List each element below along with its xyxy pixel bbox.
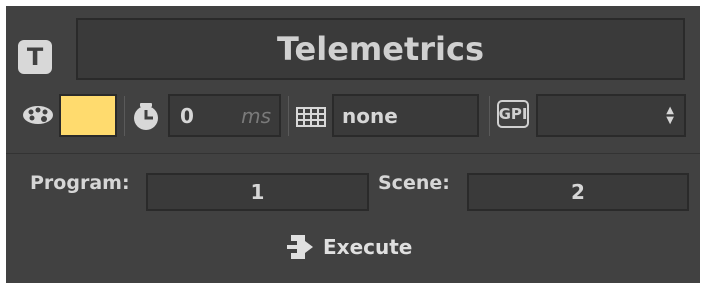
execute-button[interactable]: Execute xyxy=(285,230,412,264)
program-input[interactable]: 1 xyxy=(146,173,369,211)
keyboard-shortcut-value: none xyxy=(342,103,398,128)
scene-input[interactable]: 2 xyxy=(467,173,689,211)
color-swatch[interactable] xyxy=(59,94,117,137)
title-field[interactable]: Telemetrics xyxy=(76,18,685,80)
clock-icon xyxy=(134,103,158,130)
separator xyxy=(288,96,289,136)
gpi-select[interactable]: ▲ ▼ xyxy=(536,94,686,137)
title-t-icon: T xyxy=(18,40,52,74)
delay-value: 0 xyxy=(180,103,194,128)
gpi-icon: GPI xyxy=(497,100,529,128)
separator xyxy=(489,96,490,136)
delay-unit: ms xyxy=(241,103,271,128)
palette-icon xyxy=(23,106,53,124)
keyboard-shortcut-input[interactable]: none xyxy=(332,94,479,137)
scene-label: Scene: xyxy=(378,172,450,194)
program-label: Program: xyxy=(30,172,130,194)
keyboard-icon xyxy=(296,107,326,127)
delay-input[interactable]: 0 ms xyxy=(168,94,281,137)
divider xyxy=(6,153,700,154)
execute-label: Execute xyxy=(323,235,413,259)
execute-icon xyxy=(287,235,313,259)
select-arrows-icon: ▲ ▼ xyxy=(666,105,674,126)
separator xyxy=(124,96,125,136)
